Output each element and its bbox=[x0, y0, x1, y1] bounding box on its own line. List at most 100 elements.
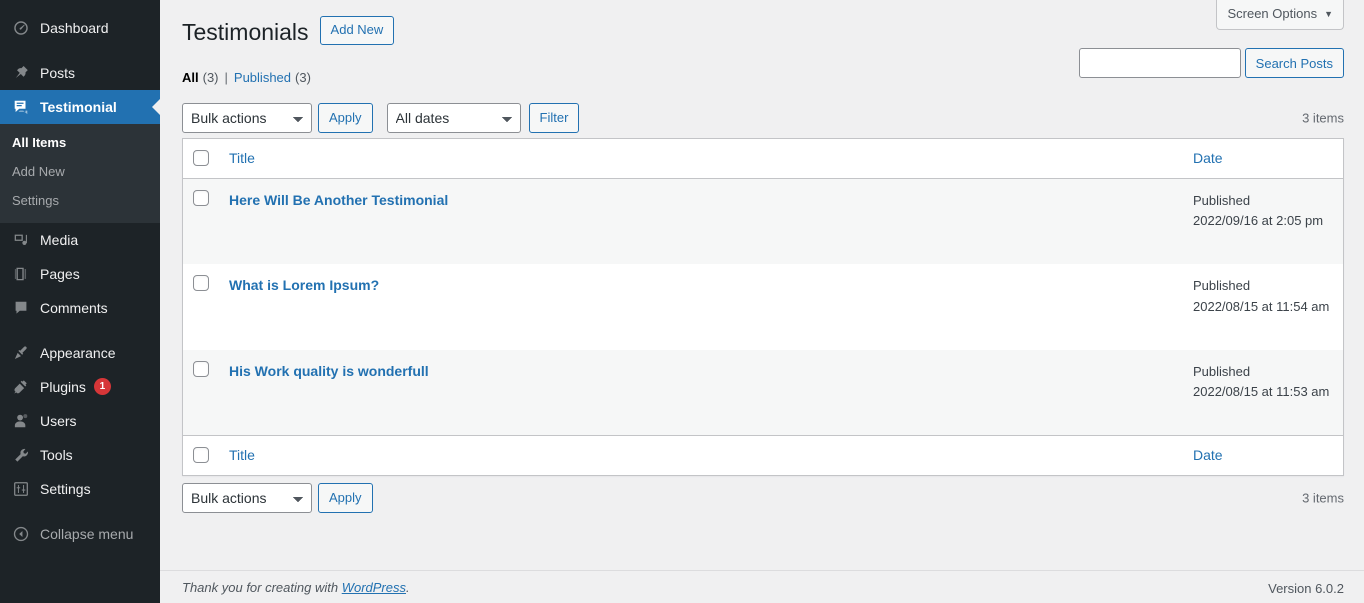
wrench-icon bbox=[11, 445, 31, 465]
sidebar-item-tools[interactable]: Tools bbox=[0, 438, 160, 472]
row-select-cell bbox=[183, 264, 219, 349]
tablenav-top: Bulk actions Apply All dates Filter 3 it… bbox=[182, 102, 1344, 134]
sidebar-separator bbox=[0, 45, 160, 56]
testimonial-submenu: All Items Add New Settings bbox=[0, 124, 160, 223]
sidebar-item-comments[interactable]: Comments bbox=[0, 291, 160, 325]
view-all: All (3) | bbox=[182, 65, 234, 91]
page-wrap: Testimonials Add New All (3) | Published… bbox=[160, 0, 1364, 514]
wordpress-link[interactable]: WordPress bbox=[342, 580, 406, 595]
row-status: Published bbox=[1193, 278, 1251, 294]
view-published-count: (3) bbox=[295, 69, 311, 85]
screen-meta-links: Screen Options ▼ bbox=[1216, 0, 1344, 31]
search-input[interactable] bbox=[1078, 48, 1241, 78]
bulk-actions-select-bottom[interactable]: Bulk actions bbox=[182, 483, 312, 514]
sidebar-item-collapse[interactable]: Collapse menu bbox=[0, 517, 160, 551]
date-filter-actions: All dates Filter bbox=[386, 102, 580, 133]
search-box: Search Posts bbox=[1078, 48, 1344, 78]
column-header-date-bottom[interactable]: Date bbox=[1183, 434, 1343, 476]
sliders-icon bbox=[11, 479, 31, 499]
sidebar-item-appearance[interactable]: Appearance bbox=[0, 336, 160, 370]
view-all-link[interactable]: All bbox=[182, 65, 199, 91]
table-body: Here Will Be Another Testimonial Publish… bbox=[183, 179, 1343, 435]
table-row[interactable]: His Work quality is wonderfull Published… bbox=[183, 349, 1343, 435]
select-all-checkbox-top[interactable] bbox=[193, 149, 209, 166]
submenu-item-add-new[interactable]: Add New bbox=[0, 158, 160, 187]
add-new-button[interactable]: Add New bbox=[319, 15, 395, 46]
comment-icon bbox=[11, 97, 31, 117]
view-all-count: (3) bbox=[202, 69, 219, 85]
sidebar-item-posts[interactable]: Posts bbox=[0, 56, 160, 90]
row-title-link[interactable]: Here Will Be Another Testimonial bbox=[229, 192, 448, 208]
filter-button[interactable]: Filter bbox=[528, 102, 580, 133]
row-date-cell: Published 2022/08/15 at 11:54 am bbox=[1183, 264, 1343, 349]
plugins-update-badge: 1 bbox=[93, 378, 111, 396]
sidebar-item-label: Plugins bbox=[40, 378, 86, 395]
sidebar-item-plugins[interactable]: Plugins 1 bbox=[0, 370, 160, 404]
media-icon bbox=[11, 230, 31, 250]
column-header-title-bottom[interactable]: Title bbox=[219, 434, 1183, 476]
row-date: 2022/09/16 at 2:05 pm bbox=[1193, 213, 1324, 229]
column-header-title-top[interactable]: Title bbox=[219, 138, 1183, 180]
row-select-cell bbox=[183, 179, 219, 264]
sidebar-item-users[interactable]: Users bbox=[0, 404, 160, 438]
row-date-cell: Published 2022/09/16 at 2:05 pm bbox=[1183, 179, 1343, 264]
sidebar-item-label: Comments bbox=[40, 299, 108, 316]
sidebar-item-label: Tools bbox=[40, 446, 73, 463]
sidebar-item-label: Users bbox=[40, 412, 77, 429]
sidebar-item-label: Media bbox=[40, 231, 79, 248]
footer-thankyou-prefix: Thank you for creating with bbox=[182, 579, 342, 595]
sidebar-item-settings[interactable]: Settings bbox=[0, 472, 160, 506]
sidebar-item-media[interactable]: Media bbox=[0, 223, 160, 257]
footer-version: Version 6.0.2 bbox=[1268, 581, 1344, 596]
plug-icon bbox=[11, 377, 31, 397]
submenu-item-all-items[interactable]: All Items bbox=[0, 129, 160, 158]
displaying-num-bottom: 3 items bbox=[1302, 490, 1344, 506]
search-posts-button[interactable]: Search Posts bbox=[1244, 48, 1344, 78]
user-icon bbox=[11, 411, 31, 431]
sidebar-item-pages[interactable]: Pages bbox=[0, 257, 160, 291]
displaying-num-top: 3 items bbox=[1302, 110, 1344, 126]
table-header-row: Title Date bbox=[183, 138, 1343, 180]
comments-icon bbox=[11, 298, 31, 318]
row-title-link[interactable]: His Work quality is wonderfull bbox=[229, 363, 429, 379]
apply-button-top[interactable]: Apply bbox=[318, 102, 373, 133]
table-footer-row: Title Date bbox=[183, 434, 1343, 476]
row-checkbox[interactable] bbox=[193, 190, 209, 207]
page-title: Testimonials bbox=[182, 19, 309, 45]
row-title-link[interactable]: What is Lorem Ipsum? bbox=[229, 277, 379, 293]
sidebar-item-label: Posts bbox=[40, 65, 76, 81]
wp-admin-screen: Dashboard Posts Testimonial All Items Ad… bbox=[0, 0, 1364, 603]
view-published-link[interactable]: Published bbox=[234, 65, 291, 91]
screen-options-button[interactable]: Screen Options ▼ bbox=[1216, 0, 1344, 31]
sidebar-item-testimonial[interactable]: Testimonial bbox=[0, 90, 160, 124]
bulk-actions-top: Bulk actions Apply bbox=[182, 102, 373, 133]
row-date-cell: Published 2022/08/15 at 11:53 am bbox=[1183, 350, 1343, 435]
sidebar-separator bbox=[0, 506, 160, 517]
row-status: Published bbox=[1193, 193, 1251, 209]
sidebar-separator bbox=[0, 325, 160, 336]
row-checkbox[interactable] bbox=[193, 275, 209, 292]
row-checkbox[interactable] bbox=[193, 360, 209, 377]
sidebar-item-dashboard[interactable]: Dashboard bbox=[0, 11, 160, 45]
admin-content: Screen Options ▼ Testimonials Add New Al… bbox=[160, 0, 1364, 603]
footer-thankyou: Thank you for creating with WordPress. bbox=[182, 580, 410, 595]
row-date: 2022/08/15 at 11:53 am bbox=[1193, 383, 1330, 399]
submenu-item-settings[interactable]: Settings bbox=[0, 187, 160, 216]
brush-icon bbox=[11, 343, 31, 363]
column-header-date-top[interactable]: Date bbox=[1183, 138, 1343, 180]
sidebar-top-spacer bbox=[0, 0, 160, 11]
apply-button-bottom[interactable]: Apply bbox=[318, 483, 373, 514]
row-select-cell bbox=[183, 350, 219, 435]
bulk-actions-select-top[interactable]: Bulk actions bbox=[182, 102, 312, 133]
sidebar-item-label: Dashboard bbox=[40, 20, 109, 36]
bulk-actions-bottom: Bulk actions Apply bbox=[182, 483, 373, 514]
table-row[interactable]: What is Lorem Ipsum? Published 2022/08/1… bbox=[183, 264, 1343, 350]
date-filter-select[interactable]: All dates bbox=[386, 102, 521, 133]
row-date: 2022/08/15 at 11:54 am bbox=[1193, 298, 1330, 314]
chevron-down-icon: ▼ bbox=[1324, 8, 1333, 19]
select-all-checkbox-bottom[interactable] bbox=[193, 446, 209, 463]
pin-icon bbox=[11, 63, 31, 83]
table-row[interactable]: Here Will Be Another Testimonial Publish… bbox=[183, 179, 1343, 265]
footer-thankyou-suffix: . bbox=[406, 579, 410, 595]
sidebar-item-label: Settings bbox=[40, 480, 91, 497]
